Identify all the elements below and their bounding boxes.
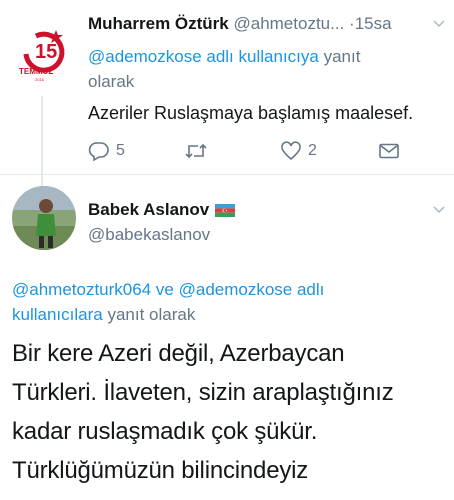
reply-label: yanıt olarak bbox=[107, 305, 196, 324]
author-handle[interactable]: @babekaslanov bbox=[88, 225, 210, 245]
author-name[interactable]: Muharrem Öztürk bbox=[88, 14, 229, 33]
reply-label: yanıt bbox=[323, 47, 361, 66]
reply-context: @ademozkose adlı kullanıcıya yanıt bbox=[88, 47, 360, 67]
reply-mention-link[interactable]: kullanıcılara bbox=[12, 305, 103, 324]
reply-count: 5 bbox=[116, 142, 125, 159]
tweet-header: Muharrem Öztürk @ahmetoztu... ·15sa bbox=[88, 14, 392, 34]
tweet-divider bbox=[0, 174, 454, 175]
like-count: 2 bbox=[308, 142, 317, 159]
tweet-text-line: Türklüğümüzün bilincindeyiz bbox=[12, 457, 309, 484]
reply-button[interactable]: 5 bbox=[88, 138, 125, 164]
timestamp[interactable]: 15sa bbox=[355, 14, 392, 33]
reply-icon bbox=[88, 142, 109, 161]
heart-icon bbox=[281, 141, 301, 161]
retweet-icon bbox=[185, 143, 207, 159]
tweet-header: Babek Aslanov bbox=[88, 200, 236, 220]
author-name[interactable]: Babek Aslanov bbox=[88, 200, 209, 220]
tweet-text-line: kadar ruslaşmadık çok şükür. bbox=[12, 418, 318, 445]
profile-photo-icon bbox=[12, 186, 76, 250]
direct-message-button[interactable] bbox=[378, 138, 400, 164]
tweet-text-line: Bir kere Azeri değil, Azerbaycan bbox=[12, 340, 345, 367]
reply-context: @ahmetozturk064 ve @ademozkose adlı bbox=[12, 280, 324, 300]
chevron-down-icon[interactable] bbox=[432, 18, 446, 28]
like-button[interactable]: 2 bbox=[280, 138, 317, 164]
svg-text:TEMMUZ: TEMMUZ bbox=[19, 67, 53, 76]
svg-text:2016: 2016 bbox=[35, 77, 45, 82]
svg-text:15: 15 bbox=[35, 41, 57, 63]
reply-context-line2: kullanıcılara yanıt olarak bbox=[12, 305, 195, 325]
reply-mention-link[interactable]: @ademozkose adlı kullanıcıya bbox=[88, 47, 319, 66]
reply-mention-link[interactable]: @ahmetozturk064 bbox=[12, 280, 151, 299]
chevron-down-icon[interactable] bbox=[432, 204, 446, 214]
reply-context-line2: olarak bbox=[88, 72, 135, 91]
tweet-actions: 5 2 bbox=[88, 138, 438, 164]
tweet-card[interactable]: 15 TEMMUZ 2016 Muharrem Öztürk @ahmetozt… bbox=[0, 0, 454, 188]
reply-mention-link[interactable]: @ademozkose adlı bbox=[179, 280, 325, 299]
author-handle[interactable]: @ahmetoztu... bbox=[233, 14, 344, 33]
tweet-text-line: Türkleri. İlaveten, sizin araplaştığınız bbox=[12, 379, 394, 406]
tweet-text: Azeriler Ruslaşmaya başlamış maalesef. bbox=[88, 103, 414, 123]
avatar[interactable] bbox=[12, 186, 76, 250]
reply-and-label: ve bbox=[155, 280, 174, 299]
retweet-button[interactable] bbox=[184, 138, 208, 164]
envelope-icon bbox=[379, 143, 399, 159]
azerbaijan-flag-icon bbox=[215, 203, 236, 217]
avatar[interactable]: 15 TEMMUZ 2016 bbox=[16, 24, 70, 84]
15-temmuz-logo-icon: 15 TEMMUZ 2016 bbox=[19, 30, 65, 82]
